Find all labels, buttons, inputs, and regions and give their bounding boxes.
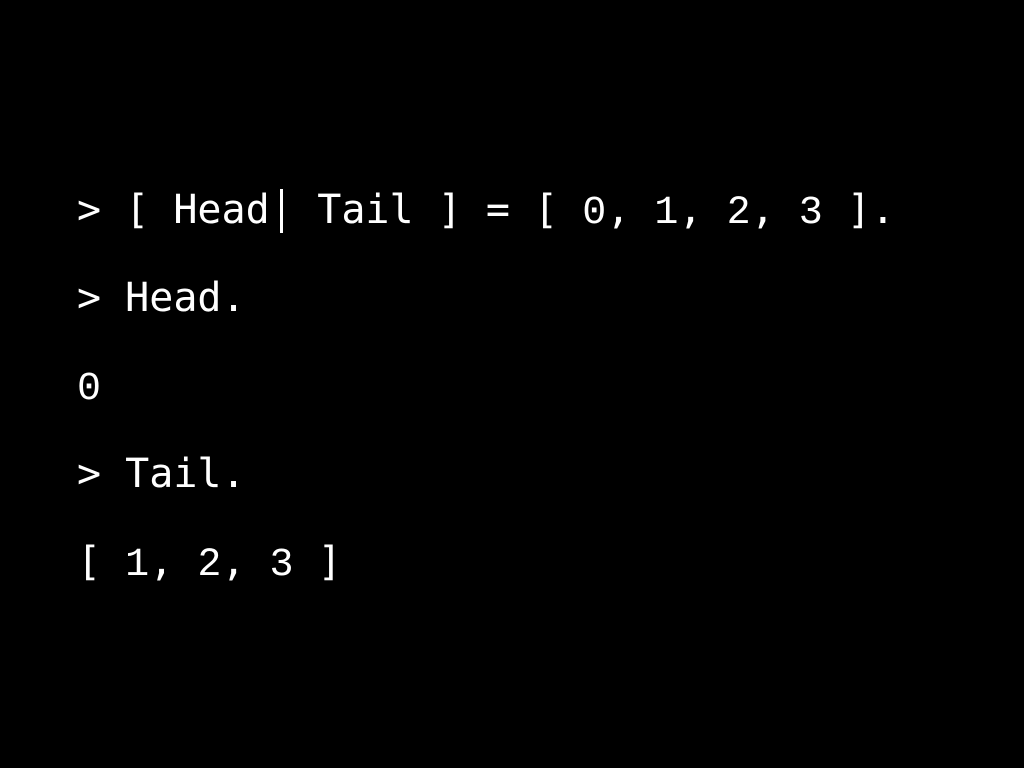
output-list-close-bracket: ] <box>293 539 342 585</box>
console-line-input-pattern-match: > [ Head Tail ] = [ 0, 1, 2, 3 ]. <box>77 186 977 274</box>
console-line-input-head: > Head. <box>77 274 977 362</box>
literal-list-open-bracket: [ <box>534 187 583 233</box>
console-output-area[interactable]: > [ Head Tail ] = [ 0, 1, 2, 3 ]. > Head… <box>77 186 977 626</box>
output-list-value-3: 3 <box>269 543 294 588</box>
list-comma-2: , <box>750 187 799 233</box>
list-close-bracket: ] <box>437 187 486 233</box>
list-value-0: 0 <box>582 191 607 236</box>
expression-tail: Tail. <box>125 451 246 497</box>
prompt-symbol: > <box>77 275 126 321</box>
list-open-bracket: [ <box>125 187 174 233</box>
list-comma-0: , <box>606 187 655 233</box>
output-list-value-2: 2 <box>197 543 222 588</box>
output-value-head: 0 <box>77 367 102 412</box>
console-line-input-tail: > Tail. <box>77 450 977 538</box>
list-value-1: 1 <box>654 191 679 236</box>
list-value-2: 2 <box>726 191 751 236</box>
console-line-output-tail-value: [ 1, 2, 3 ] <box>77 538 977 626</box>
output-list-open-bracket: [ <box>77 539 126 585</box>
variable-tail: Tail <box>293 187 438 233</box>
list-comma-1: , <box>678 187 727 233</box>
equals-operator: = <box>485 187 535 233</box>
output-list-value-1: 1 <box>125 543 150 588</box>
list-value-3: 3 <box>798 191 823 236</box>
prompt-symbol: > <box>77 187 126 233</box>
output-list-comma-1: , <box>149 539 198 585</box>
prompt-symbol: > <box>77 451 126 497</box>
output-list-comma-2: , <box>221 539 270 585</box>
literal-list-close-bracket: ]. <box>822 187 896 233</box>
terminal-screen: > [ Head Tail ] = [ 0, 1, 2, 3 ]. > Head… <box>0 0 1024 768</box>
expression-head: Head. <box>125 275 246 321</box>
console-line-output-head-value: 0 <box>77 362 977 450</box>
variable-head: Head <box>173 187 270 233</box>
